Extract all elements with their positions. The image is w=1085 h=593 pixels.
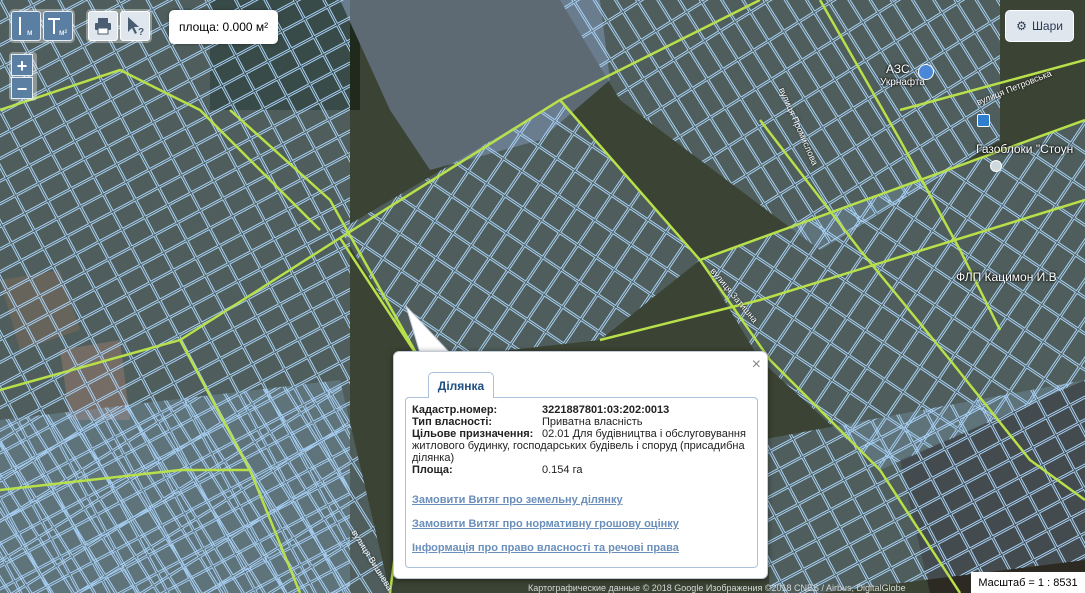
field-key: Кадастр.номер:	[412, 404, 498, 416]
field-purpose: Цільове призначення: 02.01 Для будівництв…	[412, 428, 751, 464]
measure-area-button[interactable]: м²	[43, 11, 73, 41]
ruler-line-icon: м	[19, 17, 33, 37]
printer-icon	[95, 18, 111, 35]
svg-text:?: ?	[138, 27, 144, 37]
field-cadastral: Кадастр.номер: 3221887801:03:202:0013	[412, 404, 751, 416]
svg-text:м²: м²	[59, 28, 68, 37]
field-ownership: Тип власності: Приватна власність	[412, 416, 751, 428]
layers-button[interactable]: ⚙ Шари	[1005, 10, 1074, 42]
measure-tools: м м²	[9, 9, 75, 43]
zoom-in-button[interactable]: +	[11, 54, 33, 76]
bus-stop-icon	[977, 114, 990, 127]
svg-text:м: м	[27, 28, 33, 37]
ruler-area-icon: м²	[48, 18, 68, 37]
field-value: Приватна власність	[542, 416, 643, 428]
area-readout: площа: 0.000 м²	[169, 10, 279, 44]
field-value: 3221887801:03:202:0013	[542, 404, 670, 416]
measure-line-button[interactable]: м	[11, 11, 41, 41]
link-order-valuation-extract[interactable]: Замовити Витяг про нормативну грошову оц…	[412, 518, 751, 530]
parcel-info-popup: × Ділянка Кадастр.номер: 3221887801:03:2…	[393, 351, 768, 579]
popup-close-button[interactable]: ×	[752, 356, 761, 374]
field-key: Тип власності:	[412, 416, 493, 428]
layers-label: Шари	[1031, 19, 1063, 33]
fuel-pin-icon	[918, 64, 934, 80]
link-order-land-extract[interactable]: Замовити Витяг про земельну ділянку	[412, 494, 751, 506]
zoom-out-button[interactable]: −	[11, 77, 33, 99]
label-azs: АЗС	[886, 62, 910, 76]
scale-readout: Масштаб = 1 : 8531	[971, 572, 1085, 593]
map-credits: Картографические данные © 2018 Google Из…	[528, 583, 906, 593]
field-value: 0.154 га	[542, 464, 583, 476]
field-key: Цільове призначення:	[412, 428, 534, 440]
gear-icon: ⚙	[1016, 19, 1027, 33]
place-pin-icon	[990, 160, 1002, 172]
link-ownership-info[interactable]: Інформація про право власності та речові…	[412, 542, 751, 554]
print-button[interactable]	[88, 11, 118, 41]
tab-parcel[interactable]: Ділянка	[428, 372, 494, 398]
parcel-details-panel: Кадастр.номер: 3221887801:03:202:0013 Ти…	[405, 397, 758, 568]
field-key: Площа:	[412, 464, 453, 476]
label-gazobloky: Газоблоки "Стоун	[976, 142, 1074, 156]
identify-button[interactable]: ?	[120, 11, 150, 41]
field-area: Площа: 0.154 га	[412, 464, 751, 476]
label-ukrnafta: Укрнафта	[880, 77, 925, 88]
zoom-control: + −	[9, 52, 37, 101]
label-flp: ФЛП Кацимон И.В	[956, 270, 1057, 284]
action-tools: ?	[86, 9, 152, 43]
cursor-question-icon: ?	[128, 17, 144, 37]
